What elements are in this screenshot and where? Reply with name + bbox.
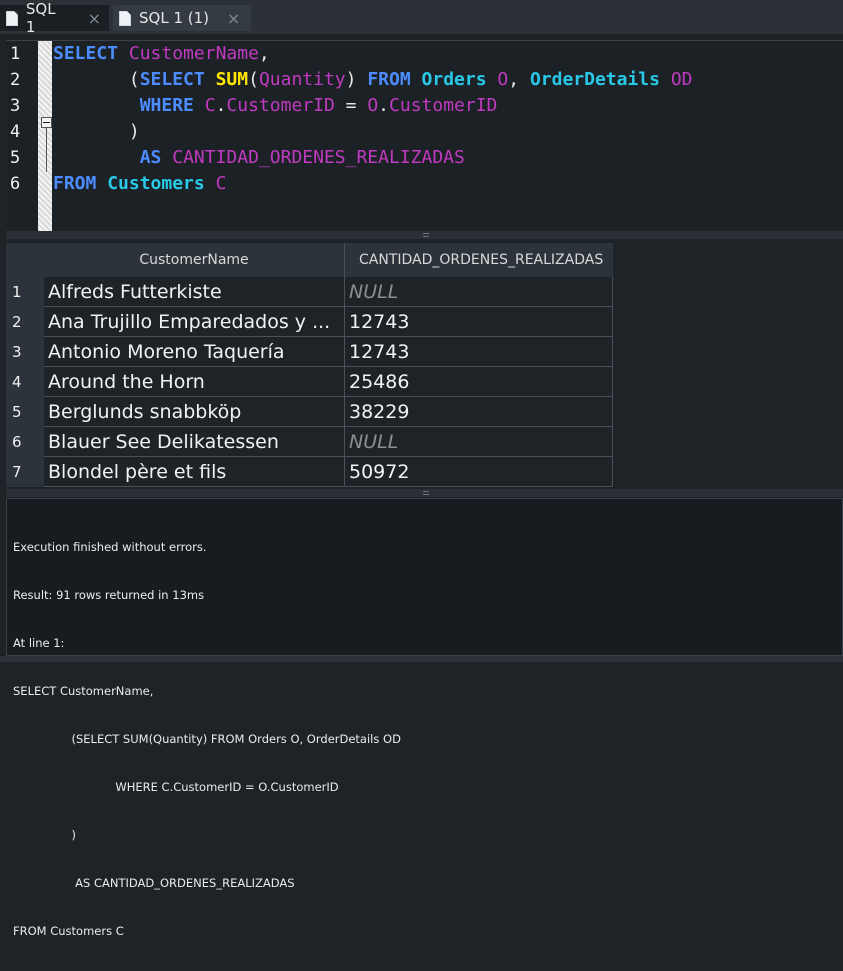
identifier: CustomerID: [226, 95, 335, 116]
keyword: SELECT: [139, 69, 205, 90]
identifier: Quantity: [258, 69, 346, 90]
punctuation: .: [215, 95, 227, 116]
line-number-gutter: 1 2 3 4 5 6: [6, 41, 38, 231]
row-number[interactable]: 5: [6, 397, 44, 427]
alias: CANTIDAD_ORDENES_REALIZADAS: [172, 147, 465, 168]
line-number: 1: [10, 44, 21, 64]
log-line: (SELECT SUM(Quantity) FROM Orders O, Ord…: [13, 732, 401, 746]
fold-toggle-icon[interactable]: [41, 117, 52, 128]
fold-line: [46, 128, 47, 172]
line-number: 6: [10, 174, 21, 194]
line-number: 2: [10, 70, 21, 90]
log-line: At line 1:: [13, 636, 65, 650]
punctuation: ): [128, 121, 140, 142]
punctuation: .: [378, 95, 390, 116]
fold-margin: [38, 41, 52, 231]
cell-customername[interactable]: Around the Horn: [44, 367, 345, 397]
operator: =: [345, 95, 357, 116]
column-header-cantidad[interactable]: CANTIDAD_ORDENES_REALIZADAS: [345, 243, 613, 277]
splitter-grip-icon: [423, 233, 429, 237]
alias: O: [497, 69, 509, 90]
row-number[interactable]: 7: [6, 457, 44, 487]
code-line-1: SELECT CustomerName,: [53, 41, 693, 67]
grid-header: CustomerName CANTIDAD_ORDENES_REALIZADAS: [6, 243, 613, 277]
sql-code[interactable]: SELECT CustomerName, (SELECT SUM(Quantit…: [53, 41, 693, 197]
code-line-2: (SELECT SUM(Quantity) FROM Orders O, Ord…: [53, 67, 693, 93]
log-line: FROM Customers C: [13, 924, 124, 938]
tab-sql-1-1[interactable]: SQL 1 (1) ×: [113, 5, 251, 31]
close-icon[interactable]: ×: [88, 9, 101, 28]
keyword: FROM: [53, 173, 97, 194]
log-text: Execution finished without errors. Resul…: [13, 507, 401, 971]
punctuation: (: [248, 69, 259, 90]
function-name: SUM: [215, 69, 249, 90]
cell-cantidad[interactable]: 38229: [345, 397, 613, 427]
sql-file-icon: [119, 11, 131, 26]
punctuation: ,: [258, 43, 270, 64]
punctuation: (: [128, 69, 140, 90]
alias: C: [215, 173, 227, 194]
cell-customername[interactable]: Blauer See Delikatessen: [44, 427, 345, 457]
table-name: OrderDetails: [529, 69, 660, 90]
splitter-grip-icon: [423, 491, 429, 495]
log-line: WHERE C.CustomerID = O.CustomerID: [13, 780, 339, 794]
tab-bar: SQL 1 × SQL 1 (1) ×: [0, 0, 843, 36]
code-line-6: FROM Customers C: [53, 171, 693, 197]
cell-cantidad[interactable]: 50972: [345, 457, 613, 487]
punctuation: ,: [508, 69, 520, 90]
cell-cantidad[interactable]: 12743: [345, 307, 613, 337]
code-line-3: WHERE C.CustomerID = O.CustomerID: [53, 93, 693, 119]
cell-cantidad[interactable]: 12743: [345, 337, 613, 367]
table-name: Customers: [107, 173, 205, 194]
line-number: 4: [10, 122, 21, 142]
close-icon[interactable]: ×: [227, 9, 240, 28]
row-number[interactable]: 3: [6, 337, 44, 367]
cell-customername[interactable]: Alfreds Futterkiste: [44, 277, 345, 307]
cell-customername[interactable]: Berglunds snabbköp: [44, 397, 345, 427]
row-number[interactable]: 4: [6, 367, 44, 397]
sql-file-icon: [6, 11, 18, 26]
log-line: Execution finished without errors.: [13, 540, 207, 554]
tab-label: SQL 1 (1): [139, 9, 210, 27]
keyword: WHERE: [139, 95, 194, 116]
line-number: 3: [10, 96, 21, 116]
cell-cantidad[interactable]: 25486: [345, 367, 613, 397]
tab-sql-1[interactable]: SQL 1 ×: [0, 0, 109, 36]
keyword: FROM: [367, 69, 411, 90]
column-header-customername[interactable]: CustomerName: [44, 243, 345, 277]
results-grid[interactable]: CustomerName CANTIDAD_ORDENES_REALIZADAS…: [6, 243, 843, 489]
alias: OD: [670, 69, 693, 90]
sql-editor[interactable]: 1 2 3 4 5 6 SELECT CustomerName, (SELECT…: [6, 40, 843, 231]
splitter[interactable]: [6, 231, 843, 239]
line-number: 5: [10, 148, 21, 168]
log-line: Result: 91 rows returned in 13ms: [13, 588, 205, 602]
row-number[interactable]: 6: [6, 427, 44, 457]
keyword: AS: [139, 147, 162, 168]
message-log[interactable]: Execution finished without errors. Resul…: [6, 498, 843, 938]
tab-label: SQL 1: [25, 0, 56, 36]
cell-customername[interactable]: Antonio Moreno Taquería: [44, 337, 345, 367]
log-line: SELECT CustomerName,: [13, 684, 154, 698]
alias: C: [204, 95, 216, 116]
punctuation: ): [345, 69, 357, 90]
identifier: CustomerName: [128, 43, 259, 64]
cell-customername[interactable]: Blondel père et fils: [44, 457, 345, 487]
cell-customername[interactable]: Ana Trujillo Emparedados y ...: [44, 307, 345, 337]
row-number[interactable]: 2: [6, 307, 44, 337]
row-number[interactable]: 1: [6, 277, 44, 307]
alias: O: [367, 95, 379, 116]
code-line-5: AS CANTIDAD_ORDENES_REALIZADAS: [53, 145, 693, 171]
identifier: CustomerID: [389, 95, 498, 116]
cell-cantidad[interactable]: NULL: [345, 277, 613, 307]
cell-cantidad[interactable]: NULL: [345, 427, 613, 457]
status-strip: [0, 656, 843, 662]
log-line: AS CANTIDAD_ORDENES_REALIZADAS: [13, 876, 295, 890]
table-name: Orders: [421, 69, 487, 90]
splitter[interactable]: [6, 489, 843, 497]
log-line: ): [13, 828, 76, 842]
keyword: SELECT: [53, 43, 119, 64]
code-line-4: ): [53, 119, 693, 145]
